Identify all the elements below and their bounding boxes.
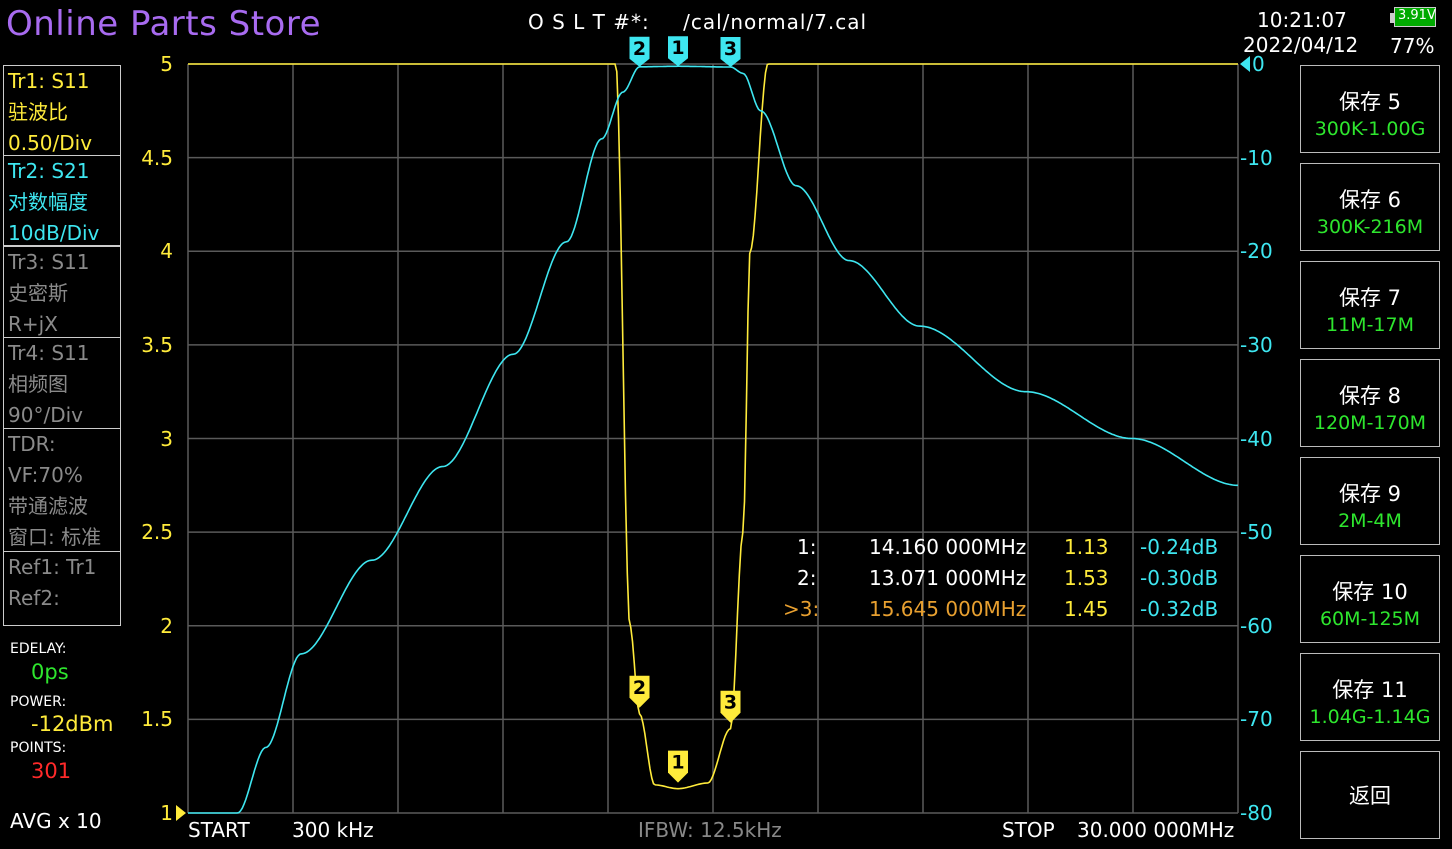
marker-row-db: -0.30dB (1140, 566, 1219, 590)
save-8-label: 保存 8 (1338, 384, 1402, 408)
save-9-label: 保存 9 (1338, 482, 1402, 506)
back-label: 返回 (1349, 784, 1391, 808)
save-11-range: 1.04G-1.14G (1309, 706, 1431, 728)
marker-row-id: 1: (797, 535, 817, 559)
ifbw-label: IFBW: 12.5kHz (638, 818, 782, 842)
save-11-label: 保存 11 (1332, 678, 1408, 702)
marker-1-db-label: 1 (671, 37, 684, 59)
save-5-range: 300K-1.00G (1314, 118, 1426, 140)
marker-3-swr-label: 3 (724, 692, 737, 714)
start-label: START (188, 818, 250, 842)
back-button[interactable]: 返回 (1300, 751, 1440, 839)
save-7-button[interactable]: 保存 7 11M-17M (1300, 261, 1440, 349)
marker-row-frequency: 14.160 000MHz (869, 535, 1027, 559)
save-6-range: 300K-216M (1316, 216, 1424, 238)
marker-row-swr: 1.53 (1064, 566, 1109, 590)
right-reference-arrow (1240, 56, 1250, 72)
save-5-label: 保存 5 (1338, 90, 1402, 114)
marker-1-swr-label: 1 (671, 752, 684, 774)
save-8-button[interactable]: 保存 8 120M-170M (1300, 359, 1440, 447)
marker-row-swr: 1.13 (1064, 535, 1109, 559)
marker-2-swr-label: 2 (633, 677, 646, 699)
save-9-range: 2M-4M (1338, 510, 1402, 532)
stop-label: STOP (1002, 818, 1055, 842)
marker-row-frequency: 13.071 000MHz (869, 566, 1027, 590)
left-reference-arrow (176, 805, 186, 821)
save-7-label: 保存 7 (1338, 286, 1402, 310)
save-6-button[interactable]: 保存 6 300K-216M (1300, 163, 1440, 251)
chart-grid (187, 63, 1239, 814)
save-11-button[interactable]: 保存 11 1.04G-1.14G (1300, 653, 1440, 741)
chart-plot: 1 1 2 2 3 3 (176, 36, 1250, 821)
save-5-button[interactable]: 保存 5 300K-1.00G (1300, 65, 1440, 153)
marker-row-swr: 1.45 (1064, 597, 1109, 621)
start-value[interactable]: 300 kHz (292, 818, 374, 842)
marker-3-db-label: 3 (724, 38, 737, 60)
save-10-button[interactable]: 保存 10 60M-125M (1300, 555, 1440, 643)
marker-row-id: >3: (783, 597, 820, 621)
save-8-range: 120M-170M (1313, 412, 1427, 434)
marker-2-db-label: 2 (633, 38, 646, 60)
marker-row-db: -0.24dB (1140, 535, 1219, 559)
save-10-label: 保存 10 (1332, 580, 1408, 604)
save-10-range: 60M-125M (1319, 608, 1421, 630)
chart-markers: 1 1 2 2 3 3 (629, 36, 741, 783)
marker-row-db: -0.32dB (1140, 597, 1219, 621)
save-7-range: 11M-17M (1326, 314, 1414, 336)
save-9-button[interactable]: 保存 9 2M-4M (1300, 457, 1440, 545)
marker-row-frequency: 15.645 000MHz (869, 597, 1027, 621)
save-6-label: 保存 6 (1338, 188, 1402, 212)
marker-row-id: 2: (797, 566, 817, 590)
stop-value[interactable]: 30.000 000MHz (1077, 818, 1234, 842)
